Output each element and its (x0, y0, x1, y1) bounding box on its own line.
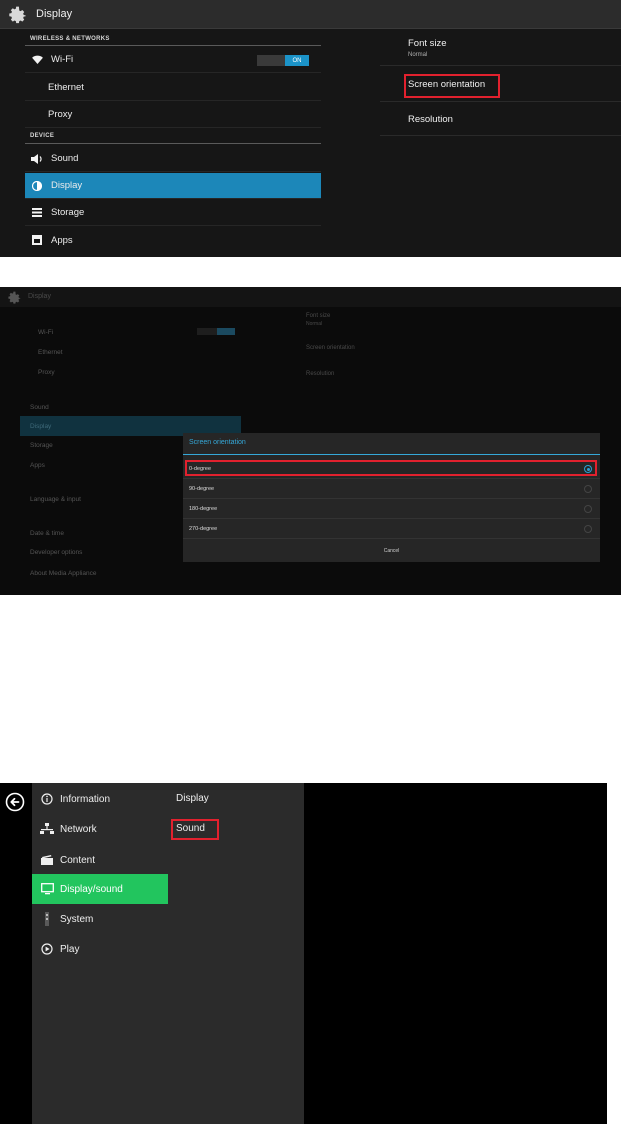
proxy-item[interactable]: Proxy (25, 102, 321, 128)
dimmed-title: Display (28, 293, 51, 300)
option-180-degree[interactable]: 180-degree (183, 499, 600, 519)
apps-icon (31, 234, 43, 246)
nav-play[interactable]: Play (32, 934, 168, 964)
font-size-summary: Normal (408, 52, 428, 58)
dimmed-action-bar: Display (0, 287, 621, 307)
sound-item[interactable]: Sound (25, 146, 321, 172)
resolution-title: Resolution (408, 114, 453, 125)
brightness-icon (31, 180, 43, 192)
dialog-title: Screen orientation (189, 439, 246, 446)
dimmed-toggle (197, 328, 235, 335)
ethernet-item[interactable]: Ethernet (25, 75, 321, 101)
proxy-label: Proxy (48, 109, 73, 120)
wifi-item[interactable]: Wi-Fi ON (25, 47, 321, 73)
dimmed-gear-icon (8, 291, 21, 304)
screen-orientation-dialog: Screen orientation 0-degree 90-degree 18… (183, 433, 600, 562)
nav-system[interactable]: System (32, 904, 168, 934)
speaker-icon (31, 153, 43, 165)
action-bar: Display (0, 0, 621, 29)
android-settings-screen: Display WIRELESS & NETWORKS Wi-Fi ON Eth… (0, 0, 621, 257)
content-icon (40, 853, 54, 867)
option-90-degree[interactable]: 90-degree (183, 479, 600, 499)
nav-network[interactable]: Network (32, 814, 168, 844)
dimmed-wifi-row: Wi-Fi (20, 322, 241, 342)
dimmed-resolution: Resolution (306, 371, 335, 377)
dimmed-about-row: About Media Appliance (30, 569, 97, 577)
category-wireless: WIRELESS & NETWORKS (30, 36, 110, 42)
font-size-title: Font size (408, 38, 447, 49)
display-label: Display (51, 180, 83, 191)
display-item[interactable]: Display (25, 173, 321, 199)
highlight-box (404, 74, 500, 98)
font-size-item[interactable]: Font size Normal (380, 30, 621, 66)
storage-label: Storage (51, 207, 85, 218)
dimmed-font-size-summary: Normal (306, 321, 323, 327)
category-divider (25, 45, 321, 46)
system-icon (40, 912, 54, 926)
category-device: DEVICE (30, 133, 55, 139)
dimmed-ethernet-row: Ethernet (38, 348, 63, 356)
dimmed-sound-row: Sound (30, 403, 49, 411)
option-270-degree[interactable]: 270-degree (183, 519, 600, 539)
radio-icon[interactable] (584, 505, 592, 513)
settings-gear-icon[interactable] (6, 3, 28, 25)
dimmed-screen-orientation: Screen orientation (306, 345, 355, 351)
info-icon (40, 792, 54, 806)
media-appliance-settings-screen: Information Network Content Display/soun… (0, 783, 607, 1124)
storage-icon (31, 207, 43, 219)
dialog-title-divider (183, 454, 600, 455)
dimmed-font-size: Font size (306, 313, 331, 319)
page-title: Display (36, 8, 73, 20)
apps-label: Apps (51, 234, 73, 246)
back-arrow-icon[interactable] (5, 792, 25, 812)
nav-display-sound[interactable]: Display/sound (32, 874, 168, 904)
submenu-display[interactable]: Display (176, 793, 209, 804)
dimmed-proxy-row: Proxy (38, 368, 55, 376)
nav-content[interactable]: Content (32, 845, 168, 875)
wifi-icon (31, 54, 43, 66)
monitor-icon (40, 882, 54, 896)
cancel-button[interactable]: Cancel (183, 538, 600, 562)
apps-item[interactable]: Apps (25, 227, 321, 253)
wifi-toggle-state: ON (285, 55, 309, 66)
sound-label: Sound (51, 153, 79, 164)
left-navigation: Information Network Content Display/soun… (32, 783, 304, 1124)
storage-item[interactable]: Storage (25, 200, 321, 226)
orientation-dialog-screen: Display Wi-Fi Ethernet Proxy Sound Displ… (0, 287, 621, 595)
highlight-box (171, 819, 219, 840)
wifi-toggle[interactable]: ON (257, 55, 309, 66)
radio-icon[interactable] (584, 525, 592, 533)
play-icon (40, 942, 54, 956)
network-icon (40, 822, 54, 836)
wifi-label: Wi-Fi (51, 54, 74, 65)
nav-information[interactable]: Information (32, 784, 168, 814)
category-divider (25, 143, 321, 144)
highlight-box (185, 460, 597, 476)
ethernet-label: Ethernet (48, 82, 84, 93)
resolution-item[interactable]: Resolution (380, 102, 621, 136)
radio-icon[interactable] (584, 485, 592, 493)
